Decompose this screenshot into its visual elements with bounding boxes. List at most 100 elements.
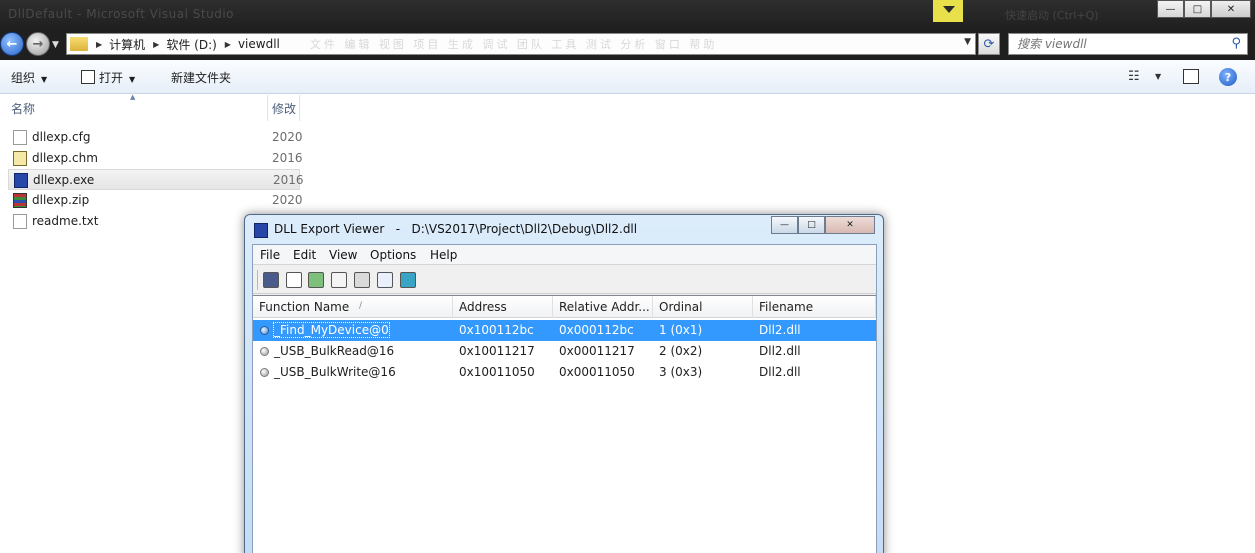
filename-cell: Dll2.dll xyxy=(759,344,801,358)
functions-icon[interactable] xyxy=(263,272,279,288)
address-bar[interactable]: ▶ 计算机 ▶ 软件 (D:) ▶ viewdll 文件 编辑 视图 项目 生成… xyxy=(66,33,976,55)
breadcrumb-viewdll[interactable]: viewdll xyxy=(238,37,280,51)
search-box[interactable]: ⚲ xyxy=(1008,33,1248,55)
file-row[interactable]: dllexp.cfg 2020 xyxy=(8,127,303,148)
arrow-right-icon: → xyxy=(32,36,44,52)
quick-launch-ghost: 快速启动 (Ctrl+Q) xyxy=(1005,9,1099,22)
navigation-bar: ← → ▼ ▶ 计算机 ▶ 软件 (D:) ▶ viewdll 文件 编辑 视图… xyxy=(0,30,1255,60)
new-folder-button[interactable]: 新建文件夹 xyxy=(171,69,231,86)
address-history-dropdown-icon[interactable]: ▼ xyxy=(964,37,971,47)
column-divider[interactable] xyxy=(299,95,300,121)
copy-icon[interactable] xyxy=(331,272,347,288)
organize-label: 组织 xyxy=(11,71,36,85)
organize-button[interactable]: 组织 ▼ xyxy=(11,69,47,86)
export-row[interactable]: _USB_BulkWrite@16 0x10011050 0x00011050 … xyxy=(253,362,876,383)
window-title-bar: DllDefault - Microsoft Visual Studio 快速启… xyxy=(0,0,1255,30)
menu-help[interactable]: Help xyxy=(430,248,457,262)
recent-pages-dropdown-icon[interactable]: ▼ xyxy=(52,40,59,50)
application-icon xyxy=(14,173,28,188)
window-caption-buttons: — □ ✕ xyxy=(1157,0,1251,18)
preview-pane-icon[interactable] xyxy=(1183,69,1199,84)
relative-address-cell: 0x00011217 xyxy=(559,344,635,358)
help-icon[interactable]: ? xyxy=(1219,68,1237,86)
exports-list: Function Name / Address Relative Addr...… xyxy=(253,295,876,553)
minimize-button[interactable]: — xyxy=(1157,0,1184,18)
relative-address-cell: 0x000112bc xyxy=(559,323,634,337)
notification-flag-icon[interactable] xyxy=(933,0,963,22)
menu-options[interactable]: Options xyxy=(370,248,416,262)
file-list-header: ▲ 名称 修改 xyxy=(0,93,300,121)
export-row[interactable]: _USB_BulkRead@16 0x10011217 0x00011217 2… xyxy=(253,341,876,362)
export-function-icon xyxy=(260,326,269,335)
function-name-cell: _USB_BulkRead@16 xyxy=(274,344,395,358)
dll-close-button[interactable]: ✕ xyxy=(825,216,875,234)
column-header-modified[interactable]: 修改 xyxy=(272,100,296,117)
open-button[interactable]: 打开 ▼ xyxy=(81,69,135,86)
find-icon[interactable] xyxy=(377,272,393,288)
dll-minimize-button[interactable]: — xyxy=(771,216,798,234)
change-view-icon[interactable]: ☷ xyxy=(1128,69,1140,84)
archive-icon xyxy=(13,193,27,208)
function-name-cell: _Find_MyDevice@0 xyxy=(273,322,390,338)
menu-view[interactable]: View xyxy=(329,248,357,262)
refresh-icon: ⟳ xyxy=(983,36,995,52)
exit-icon[interactable] xyxy=(400,272,416,288)
chevron-down-icon: ▼ xyxy=(129,75,136,84)
file-name: dllexp.cfg xyxy=(32,130,91,144)
ordinal-cell: 1 (0x1) xyxy=(659,323,703,337)
chevron-right-icon[interactable]: ▶ xyxy=(153,40,159,49)
column-header-name[interactable]: 名称 xyxy=(11,100,35,117)
file-date: 2020 xyxy=(272,130,303,144)
file-name: dllexp.zip xyxy=(32,193,90,207)
refresh-button[interactable]: ⟳ xyxy=(978,33,1000,55)
forward-button[interactable]: → xyxy=(26,32,50,56)
file-row[interactable]: dllexp.zip 2020 xyxy=(8,190,303,211)
properties-icon[interactable] xyxy=(354,272,370,288)
filename-cell: Dll2.dll xyxy=(759,323,801,337)
menu-edit[interactable]: Edit xyxy=(293,248,316,262)
menu-file[interactable]: File xyxy=(260,248,280,262)
arrow-left-icon: ← xyxy=(6,36,18,52)
search-input[interactable] xyxy=(1017,37,1217,51)
folder-icon xyxy=(70,37,88,51)
close-button[interactable]: ✕ xyxy=(1211,0,1251,18)
address-cell: 0x100112bc xyxy=(459,323,534,337)
file-date: 2016 xyxy=(273,173,304,187)
file-row-selected[interactable]: dllexp.exe 2016 xyxy=(8,169,304,190)
app-icon xyxy=(254,223,268,238)
back-button[interactable]: ← xyxy=(0,32,24,56)
export-function-icon xyxy=(260,347,269,356)
sort-ascending-icon: ▲ xyxy=(130,93,136,101)
dll-maximize-button[interactable]: □ xyxy=(798,216,825,234)
command-bar: 组织 ▼ 打开 ▼ 新建文件夹 ☷ ▼ ? xyxy=(0,60,1255,94)
column-header-ordinal[interactable]: Ordinal xyxy=(653,296,753,318)
breadcrumb-computer[interactable]: 计算机 xyxy=(109,36,145,53)
view-options-dropdown-icon[interactable]: ▼ xyxy=(1155,72,1161,81)
file-date: 2020 xyxy=(272,193,303,207)
dll-export-viewer-window: DLL Export Viewer - D:\VS2017\Project\Dl… xyxy=(244,214,884,553)
column-divider[interactable] xyxy=(267,95,268,121)
exports-list-header: Function Name / Address Relative Addr...… xyxy=(253,296,876,318)
file-row[interactable]: dllexp.chm 2016 xyxy=(8,148,303,169)
sort-indicator-icon: / xyxy=(359,301,363,311)
ordinal-cell: 2 (0x2) xyxy=(659,344,703,358)
export-row-selected[interactable]: _Find_MyDevice@0 0x100112bc 0x000112bc 1… xyxy=(253,320,876,341)
column-header-filename[interactable]: Filename xyxy=(753,296,876,318)
column-header-function-name[interactable]: Function Name xyxy=(253,296,453,318)
breadcrumb-drive[interactable]: 软件 (D:) xyxy=(166,36,216,53)
ordinal-cell: 3 (0x3) xyxy=(659,365,703,379)
help-file-icon xyxy=(13,151,27,166)
chevron-right-icon[interactable]: ▶ xyxy=(96,40,102,49)
save-icon[interactable] xyxy=(286,272,302,288)
new-folder-label: 新建文件夹 xyxy=(171,71,232,85)
column-header-relative-address[interactable]: Relative Addr... xyxy=(553,296,653,318)
dll-window-client: File Edit View Options Help Function Nam… xyxy=(252,244,877,553)
toolbar xyxy=(253,266,876,294)
document-icon xyxy=(13,130,27,145)
chevron-right-icon[interactable]: ▶ xyxy=(225,40,231,49)
function-name-cell: _USB_BulkWrite@16 xyxy=(274,365,396,379)
search-icon[interactable]: ⚲ xyxy=(1231,36,1241,51)
refresh-icon[interactable] xyxy=(308,272,324,288)
column-header-address[interactable]: Address xyxy=(453,296,553,318)
maximize-button[interactable]: □ xyxy=(1184,0,1211,18)
